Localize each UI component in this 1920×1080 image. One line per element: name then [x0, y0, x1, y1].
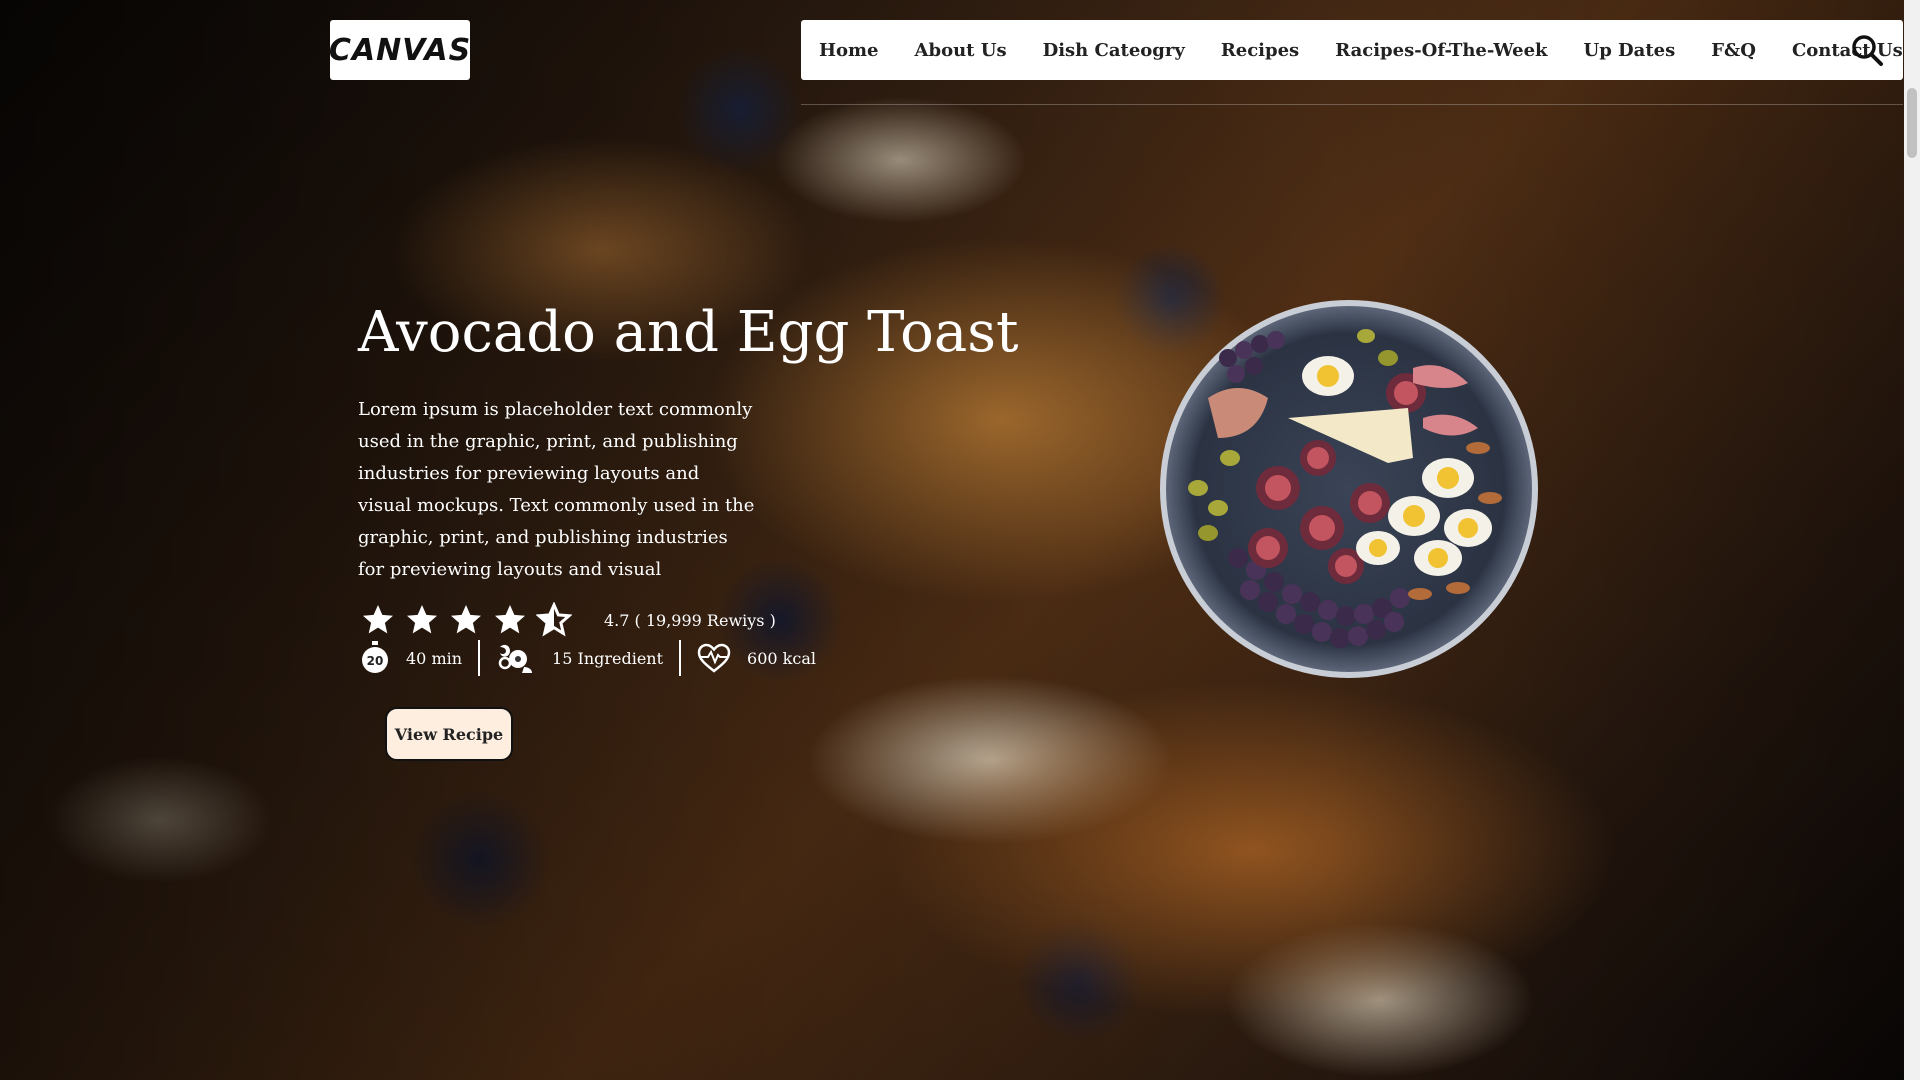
search-icon[interactable] [1849, 32, 1885, 68]
nav-divider [801, 104, 1903, 105]
hero-background-image [0, 0, 1904, 1080]
recipe-meta: 20 40 min 15 Ingredient 600 kcal [360, 640, 816, 676]
meta-divider [478, 640, 481, 676]
meta-calories: 600 kcal [697, 640, 816, 676]
nav-dish-category[interactable]: Dish Cateogry [1043, 40, 1185, 61]
heart-pulse-icon [697, 643, 731, 673]
nav-recipes[interactable]: Recipes [1221, 40, 1299, 61]
view-recipe-button[interactable]: View Recipe [385, 707, 513, 761]
nav-recipes-of-the-week[interactable]: Racipes-Of-The-Week [1335, 40, 1547, 61]
star-icon [451, 605, 481, 634]
nav-home[interactable]: Home [819, 40, 879, 61]
nav-about-us[interactable]: About Us [915, 40, 1007, 61]
meta-divider [679, 640, 682, 676]
brand-logo[interactable]: CANVAS [328, 20, 472, 80]
star-half-icon [536, 602, 572, 637]
stopwatch-icon: 20 [362, 641, 388, 673]
rating-stars: 4.7 ( 19,999 Rewiys ) [360, 602, 776, 638]
star-icon [495, 605, 525, 634]
star-icon [363, 605, 393, 634]
nav-contact-us[interactable]: Contact Us [1792, 40, 1903, 61]
meta-calories-label: 600 kcal [747, 648, 816, 668]
meta-time-label: 40 min [406, 648, 463, 668]
meta-ingredients-label: 15 Ingredient [552, 648, 664, 668]
ingredients-icon [498, 644, 533, 673]
meta-time: 20 40 min [360, 640, 462, 676]
scrollbar-thumb[interactable] [1907, 88, 1917, 158]
nav-updates[interactable]: Up Dates [1584, 40, 1676, 61]
main-navbar: Home About Us Dish Cateogry Recipes Raci… [801, 20, 1903, 80]
dish-plate-image [1160, 300, 1538, 678]
logo-text: CANVAS [328, 32, 472, 68]
hero-description: Lorem ipsum is placeholder text commonly… [358, 399, 755, 580]
rating-summary: 4.7 ( 19,999 Rewiys ) [604, 610, 776, 630]
star-icon [407, 605, 437, 634]
meta-ingredients: 15 Ingredient [496, 640, 663, 676]
page-scrollbar[interactable] [1904, 0, 1920, 1080]
stopwatch-number: 20 [367, 654, 384, 668]
hero-title: Avocado and Egg Toast [358, 300, 1019, 365]
nav-faq[interactable]: F&Q [1711, 40, 1756, 61]
